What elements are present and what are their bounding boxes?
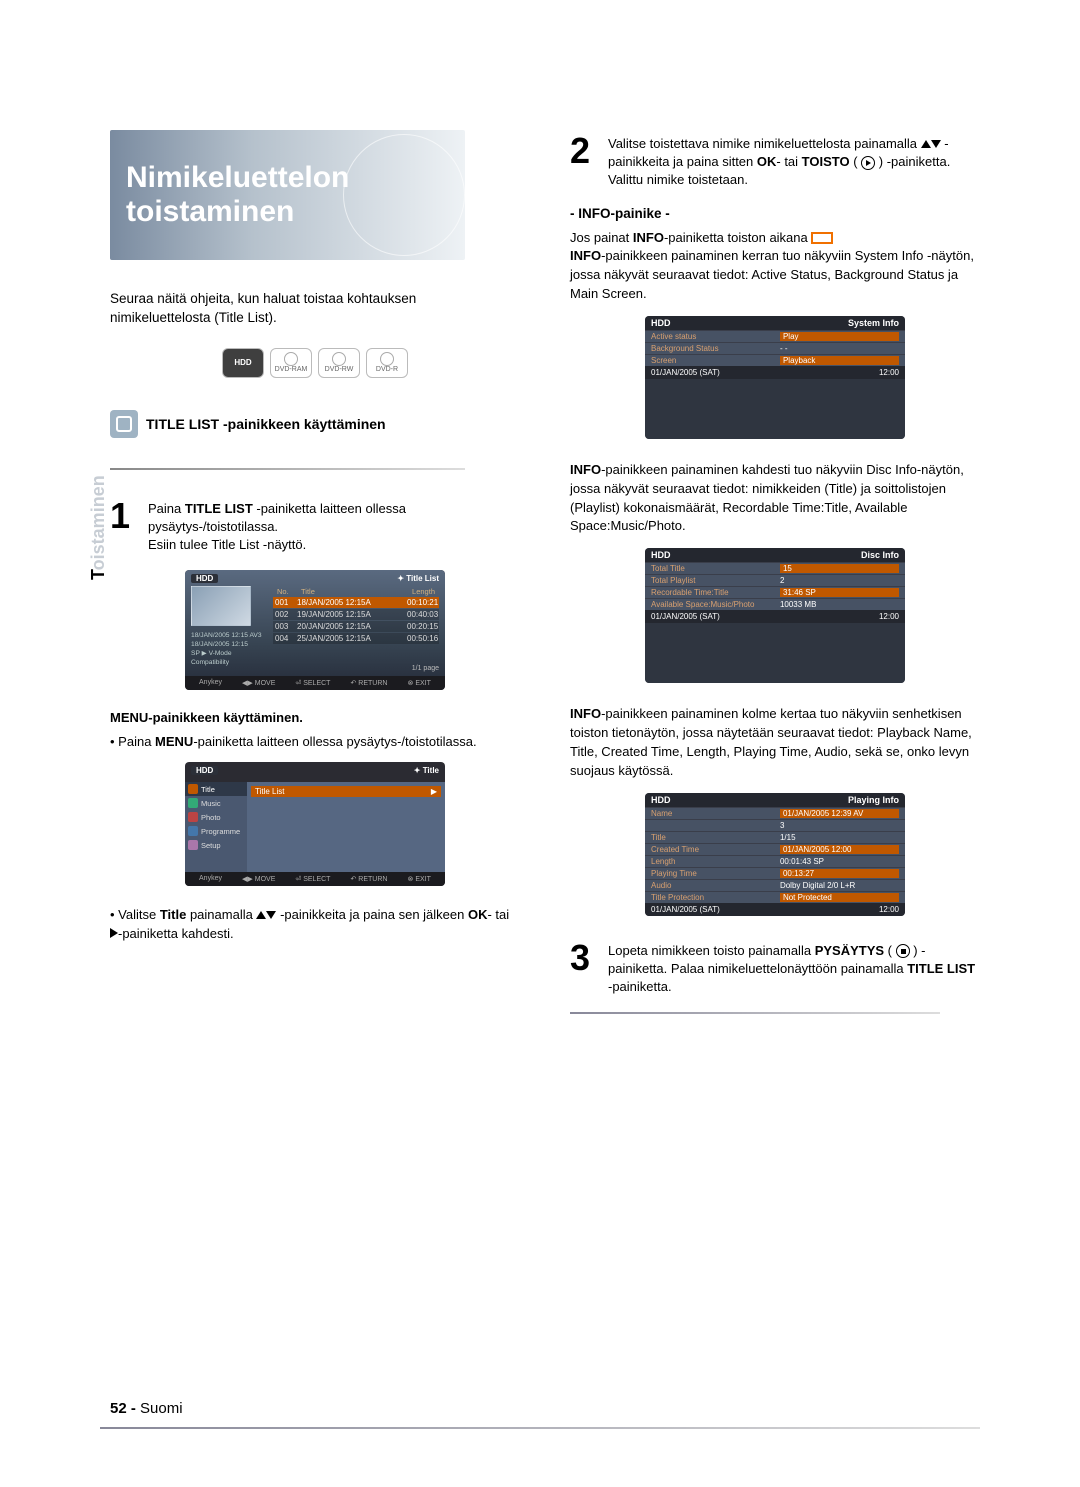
stop-icon [896,944,910,958]
osd-legend: Anykey◀▶ MOVE⏎ SELECT↶ RETURN⊗ EXIT [185,872,445,886]
osd-title-list: HDD ✦ Title List 18/JAN/2005 12:15 AV3 1… [185,570,445,690]
dvd-r-icon: DVD-R [366,348,408,378]
section-divider [110,468,465,470]
step-divider [570,1012,940,1014]
osd-label: ✦ Title [414,766,439,775]
hdd-icon: HDD [222,348,264,378]
osd-hdd-badge: HDD [191,574,218,583]
menu-bullet: • Paina MENU-painiketta laitteen ollessa… [110,733,520,752]
triangle-up-icon [921,140,931,148]
page-title-block: Nimikeluettelon toistaminen [110,130,465,260]
tab-letter: T [88,570,108,580]
info-p2: INFO-painikkeen painaminen kahdesti tuo … [570,461,980,536]
osd-menu-right: Title List▶ [247,782,445,872]
osd-row: 00219/JAN/2005 12:15A00:40:03 [273,609,439,620]
osd-menu-item: Programme [185,824,247,838]
osd-menu-left: Title Music Photo Programme Setup [185,782,247,872]
disc-info-box: HDDDisc Info Total Title15 Total Playlis… [645,548,905,683]
triangle-up-icon [256,911,266,919]
osd-row: 00425/JAN/2005 12:15A00:50:16 [273,633,439,644]
section-heading: TITLE LIST -painikkeen käyttäminen [110,410,520,438]
dvd-ram-icon: DVD-RAM [270,348,312,378]
osd-thumbnail [191,586,251,626]
triangle-down-icon [931,140,941,148]
step-2-text: Valitse toistettava nimike nimikeluettel… [608,135,980,190]
osd-row: 00118/JAN/2005 12:15A00:10:21 [273,597,439,608]
info-p1: Jos painat INFO-painiketta toiston aikan… [570,229,980,304]
osd-menu-item: Music [185,796,247,810]
osd-columns: No.TitleLength [273,586,439,597]
info-p3: INFO-painikkeen painaminen kolme kertaa … [570,705,980,780]
triangle-down-icon [266,911,276,919]
step-2: 2 Valitse toistettava nimike nimikeluett… [570,135,980,190]
footer-line [100,1427,980,1429]
osd-menu-item: Photo [185,810,247,824]
dvd-rw-icon: DVD-RW [318,348,360,378]
section-heading-text: TITLE LIST -painikkeen käyttäminen [146,416,386,432]
titlelist-icon [110,410,138,438]
step-3: 3 Lopeta nimikkeen toisto painamalla PYS… [570,942,980,997]
play-icon [861,156,875,170]
section-tab: Toistaminen [88,475,109,580]
playing-info-box: HDDPlaying Info Name01/JAN/2005 12:39 AV… [645,793,905,916]
tab-rest: oistaminen [88,475,108,570]
osd-page: 1/1 page [273,645,439,672]
step-2-number: 2 [570,135,598,190]
osd-legend: Anykey◀▶ MOVE⏎ SELECT↶ RETURN⊗ EXIT [185,676,445,690]
page-title-line2: toistaminen [126,195,465,229]
osd-hdd-badge: HDD [191,766,218,775]
osd-rows: 00118/JAN/2005 12:15A00:10:21 00219/JAN/… [273,597,439,672]
step-3-number: 3 [570,942,598,997]
osd-menu-item: Title [185,782,247,796]
system-info-box: HDDSystem Info Active statusPlay Backgro… [645,316,905,439]
osd-label: ✦ Title List [397,574,439,583]
menu-subhead: MENU-painikkeen käyttäminen. [110,710,520,725]
osd-menu-item: Setup [185,838,247,852]
step-1-text: Paina TITLE LIST -painiketta laitteen ol… [148,500,520,555]
step-1: 1 Paina TITLE LIST -painiketta laitteen … [110,500,520,555]
page-footer: 52 - Suomi [110,1400,183,1417]
info-subhead: - INFO-painike - [570,206,980,221]
osd-meta2: 18/JAN/2005 12:15 [191,641,248,648]
page-title-line1: Nimikeluettelon [126,161,465,195]
osd-meta1: 18/JAN/2005 12:15 AV3 [191,632,262,639]
disc-badges: HDD DVD-RAM DVD-RW DVD-R [110,348,520,378]
step-3-text: Lopeta nimikkeen toisto painamalla PYSÄY… [608,942,980,997]
intro-text: Seuraa näitä ohjeita, kun haluat toistaa… [110,290,520,328]
triangle-right-icon [110,928,118,938]
osd-row: 00320/JAN/2005 12:15A00:20:15 [273,621,439,632]
osd-menu: HDD ✦ Title Title Music Photo Programme … [185,762,445,886]
step-1-number: 1 [110,500,138,555]
callout-icon [811,232,833,244]
osd-meta3: SP ▶ V-Mode Compatibility [191,650,232,666]
select-title-text: • Valitse Title painamalla -painikkeita … [110,906,520,944]
